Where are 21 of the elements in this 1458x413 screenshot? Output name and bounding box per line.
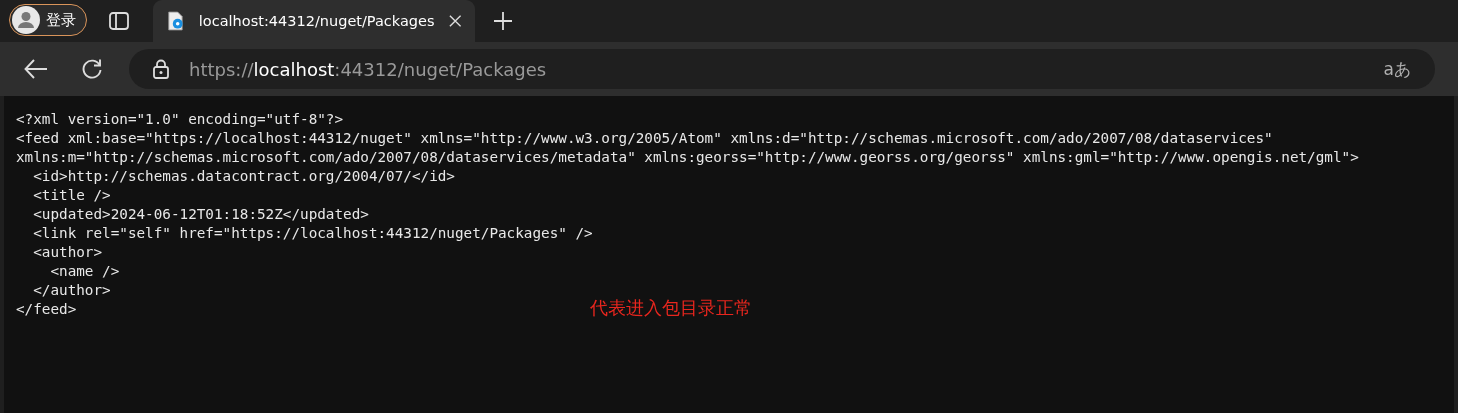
xml-line: <feed xml:base="https://localhost:44312/nuget" xmlns="http://www.w3.org/2005/Atom" xmlns:d="http://schemas.microsoft.com/ado/2007/08/dataservices" [16, 129, 1273, 148]
close-icon[interactable] [448, 14, 461, 28]
xml-line: <?xml version="1.0" encoding="utf-8"?> [16, 110, 344, 129]
xml-line: </feed> [16, 300, 77, 319]
xml-line: </author> [32, 281, 111, 300]
avatar-icon [12, 6, 40, 34]
profile-button[interactable]: 登录 [9, 4, 87, 36]
address-field[interactable]: https://localhost:44312/nuget/Packages aあ [129, 49, 1435, 89]
lock-icon [153, 59, 169, 79]
browser-tab[interactable]: localhost:44312/nuget/Packages [153, 0, 475, 42]
xml-line: <title /> [32, 186, 111, 205]
annotation-text: 代表进入包目录正常 [590, 296, 752, 320]
read-aloud-button[interactable]: aあ [1377, 56, 1417, 82]
page-icon [167, 10, 185, 32]
xml-line: <link rel="self" href="https://localhost:44312/nuget/Packages" /> [32, 224, 593, 243]
xml-line: xmlns:m="http://schemas.microsoft.com/ado/2007/08/dataservices/metadata" xmlns:georss="http://www.georss.org/georss" xmlns:gml="http://www.opengis.net/gml"> [16, 148, 1359, 167]
url-text: https://localhost:44312/nuget/Packages [189, 58, 548, 80]
xml-line: <author> [32, 243, 103, 262]
xml-line: <id>http://schemas.datacontract.org/2004/07/</id> [32, 167, 455, 186]
xml-line: <name /> [49, 262, 120, 281]
xml-line: <updated>2024-06-12T01:18:52Z</updated> [32, 205, 369, 224]
